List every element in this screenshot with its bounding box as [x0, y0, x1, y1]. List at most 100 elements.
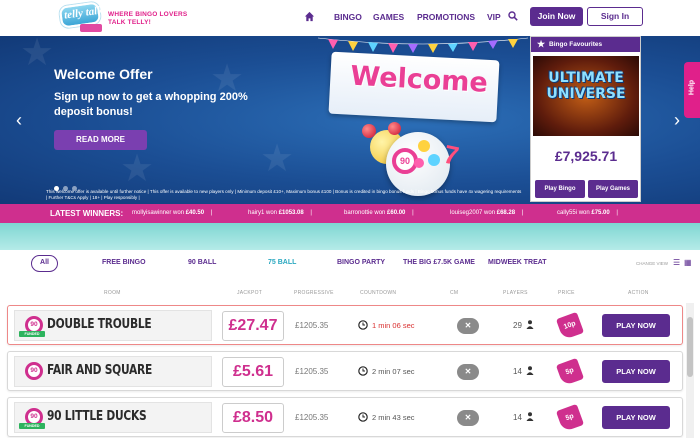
column-header-action: ACTION: [628, 290, 649, 296]
bingo-ball-icon: [414, 158, 424, 168]
winner-entry: barronottie won £60.00 |: [344, 210, 414, 216]
person-icon: [526, 412, 534, 421]
room-countdown: 2 min 07 sec: [372, 367, 415, 376]
favourites-title: Bingo Favourites: [549, 41, 603, 48]
background-star-icon: ★: [120, 148, 155, 190]
hero-title: Welcome Offer: [54, 66, 153, 82]
teal-divider-band: [0, 223, 700, 250]
star-icon: ★: [537, 39, 546, 49]
table-scrollbar[interactable]: [686, 303, 694, 438]
winner-entry: mollyisawinner won £40.50 |: [132, 210, 213, 216]
nav-vip[interactable]: VIP: [487, 12, 501, 22]
clock-icon: [358, 366, 368, 376]
room-progressive: £1205.35: [295, 413, 329, 422]
column-header-cm: CM: [450, 290, 459, 296]
table-row: 90 FUNDED 90 LITTLE DUCKS £8.50 £1205.35…: [7, 397, 683, 437]
page: telly talk WHERE BINGO LOVERS TALK TELLY…: [0, 0, 700, 438]
person-icon: [526, 366, 534, 375]
room-cell[interactable]: 90 FUNDED DOUBLE TROUBLE: [14, 310, 212, 341]
offer-disclaimer: This welcome offer is available until fu…: [46, 189, 522, 200]
nav-bingo[interactable]: BINGO: [334, 12, 362, 22]
favourite-game-image[interactable]: ULTIMATE UNIVERSE: [533, 56, 639, 136]
scrollbar-thumb[interactable]: [687, 317, 693, 377]
site-logo[interactable]: telly talk: [58, 1, 106, 32]
latest-winners-label: LATEST WINNERS:: [50, 209, 124, 218]
room-countdown: 1 min 06 sec: [372, 321, 415, 330]
play-now-button[interactable]: PLAY NOW: [602, 360, 670, 383]
bingo-favourites-panel: ★ Bingo Favourites ULTIMATE UNIVERSE £7,…: [530, 36, 641, 202]
filter-midweek-treat[interactable]: MIDWEEK TREAT: [488, 259, 547, 266]
room-jackpot: £27.47: [222, 311, 284, 341]
site-header: telly talk WHERE BINGO LOVERS TALK TELLY…: [0, 0, 700, 36]
sign-in-button[interactable]: Sign In: [587, 7, 643, 26]
list-view-icon[interactable]: ☰: [673, 258, 680, 267]
room-players: 14: [513, 367, 522, 376]
bingo-ball-icon: [418, 140, 430, 152]
room-name: DOUBLE TROUBLE: [47, 317, 152, 332]
site-tagline: WHERE BINGO LOVERS TALK TELLY!: [108, 11, 188, 26]
filter-big-game[interactable]: THE BIG £7.5K GAME: [403, 259, 475, 266]
cm-toggle-icon[interactable]: ✕: [457, 364, 479, 380]
cm-toggle-icon[interactable]: ✕: [457, 410, 479, 426]
room-price-tag: 5p: [555, 403, 585, 433]
hero-subtitle: Sign up now to get a whopping 200% depos…: [54, 91, 248, 118]
bingo-ball-icon: [428, 154, 440, 166]
help-tab[interactable]: Help: [684, 62, 700, 118]
background-star-icon: ★: [260, 138, 295, 180]
join-now-button[interactable]: Join Now: [530, 7, 583, 26]
room-progressive: £1205.35: [295, 367, 329, 376]
welcome-sign: Welcome: [328, 51, 500, 123]
clock-icon: [358, 320, 368, 330]
play-now-button[interactable]: PLAY NOW: [602, 314, 670, 337]
grid-view-icon[interactable]: ▦: [684, 258, 692, 267]
room-countdown: 2 min 43 sec: [372, 413, 415, 422]
column-header-room: ROOM: [104, 290, 121, 296]
column-header-progressive: PROGRESSIVE: [294, 290, 334, 296]
room-filter-bar: All FREE BINGO 90 BALL 75 BALL BINGO PAR…: [0, 250, 700, 278]
filter-90-ball[interactable]: 90 BALL: [188, 259, 216, 266]
change-view-label: CHANGE VIEW: [636, 261, 669, 266]
nav-promotions[interactable]: PROMOTIONS: [417, 12, 475, 22]
room-progressive: £1205.35: [295, 321, 329, 330]
play-bingo-button[interactable]: Play Bingo: [535, 180, 585, 198]
cm-toggle-icon[interactable]: ✕: [457, 318, 479, 334]
nav-games[interactable]: GAMES: [373, 12, 404, 22]
filter-all[interactable]: All: [31, 255, 58, 272]
play-now-button[interactable]: PLAY NOW: [602, 406, 670, 429]
filter-75-ball[interactable]: 75 BALL: [268, 259, 296, 266]
room-ball-icon: 90: [25, 362, 43, 380]
table-row: 90 FAIR AND SQUARE £5.61 £1205.35 2 min …: [7, 351, 683, 391]
table-row: 90 FUNDED DOUBLE TROUBLE £27.47 £1205.35…: [7, 305, 683, 345]
logo-tv-icon: [80, 24, 102, 32]
cherry-icon: [388, 122, 401, 135]
funded-badge: FUNDED: [19, 423, 45, 429]
filter-free-bingo[interactable]: FREE BINGO: [102, 259, 146, 266]
read-more-button[interactable]: READ MORE: [54, 130, 147, 150]
lucky-seven-icon: 7: [441, 138, 462, 172]
room-name: 90 LITTLE DUCKS: [47, 409, 147, 424]
column-header-jackpot: JACKPOT: [237, 290, 263, 296]
help-label: Help: [688, 79, 696, 96]
prev-slide-arrow-icon[interactable]: ‹: [16, 110, 22, 131]
favourites-header: ★ Bingo Favourites: [531, 37, 640, 52]
search-icon[interactable]: [508, 11, 518, 21]
room-price-tag: 5p: [555, 357, 585, 387]
room-name: FAIR AND SQUARE: [47, 363, 153, 378]
room-cell[interactable]: 90 FUNDED 90 LITTLE DUCKS: [14, 402, 212, 433]
room-jackpot: £5.61: [222, 357, 284, 387]
welcome-illustration: Welcome 90 7: [318, 36, 528, 196]
favourite-jackpot: £7,925.71: [554, 148, 618, 164]
welcome-sign-text: Welcome: [349, 60, 489, 99]
filter-bingo-party[interactable]: BINGO PARTY: [337, 259, 385, 266]
next-slide-arrow-icon[interactable]: ›: [674, 110, 680, 131]
room-price-tag: 10p: [555, 311, 585, 341]
winner-entry: cally55i won £75.00 |: [557, 210, 618, 216]
room-jackpot: £8.50: [222, 403, 284, 433]
play-games-button[interactable]: Play Games: [588, 180, 638, 198]
column-header-countdown: COUNTDOWN: [360, 290, 397, 296]
latest-winners-ticker: LATEST WINNERS: mollyisawinner won £40.5…: [0, 204, 700, 223]
room-players: 29: [513, 321, 522, 330]
winner-entry: louiseg2007 won £68.28 |: [450, 210, 524, 216]
home-icon[interactable]: [304, 11, 315, 22]
room-cell[interactable]: 90 FAIR AND SQUARE: [14, 356, 212, 387]
